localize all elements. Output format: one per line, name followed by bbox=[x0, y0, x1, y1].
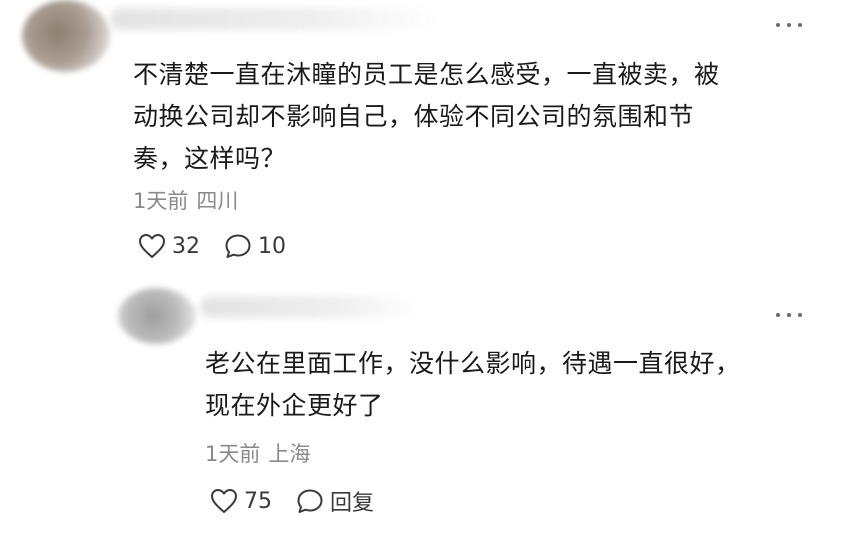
comment-text-line: 老公在里面工作，没什么影响，待遇一直很好， bbox=[205, 349, 741, 378]
avatar[interactable] bbox=[118, 288, 196, 344]
username-blurred[interactable] bbox=[110, 8, 440, 30]
speech-bubble-icon bbox=[225, 234, 251, 258]
like-button[interactable]: 75 bbox=[210, 488, 272, 514]
comment-actions: 32 10 bbox=[138, 233, 286, 259]
like-count: 75 bbox=[244, 488, 272, 514]
comment-meta: 1天前 四川 bbox=[133, 185, 238, 215]
heart-outline-icon bbox=[211, 489, 237, 513]
like-count: 32 bbox=[172, 233, 200, 259]
speech-bubble-icon bbox=[297, 489, 323, 513]
heart-outline-icon bbox=[139, 234, 165, 258]
comment-location: 上海 bbox=[268, 442, 311, 466]
comment-location: 四川 bbox=[196, 189, 239, 213]
more-horizontal-icon[interactable] bbox=[776, 17, 802, 33]
reply-button[interactable]: 10 bbox=[224, 233, 286, 259]
reply-label: 回复 bbox=[330, 491, 375, 516]
like-button[interactable]: 32 bbox=[138, 233, 200, 259]
comment-text-line: 不清楚一直在沐瞳的员工是怎么感受，一直被卖，被 bbox=[133, 60, 720, 89]
comment-text-line: 动换公司却不影响自己，体验不同公司的氛围和节 bbox=[133, 102, 695, 131]
comment-text: 不清楚一直在沐瞳的员工是怎么感受，一直被卖，被 动换公司却不影响自己，体验不同公… bbox=[133, 54, 813, 180]
comment-text-line: 现在外企更好了 bbox=[205, 391, 384, 420]
comment-thread: 不清楚一直在沐瞳的员工是怎么感受，一直被卖，被 动换公司却不影响自己，体验不同公… bbox=[0, 0, 852, 538]
comment-meta: 1天前 上海 bbox=[205, 438, 310, 468]
comment-time: 1天前 bbox=[133, 189, 189, 213]
comment-text: 老公在里面工作，没什么影响，待遇一直很好， 现在外企更好了 bbox=[205, 343, 815, 427]
comment-time: 1天前 bbox=[205, 442, 261, 466]
reply-button[interactable]: 回复 bbox=[296, 485, 374, 517]
more-horizontal-icon[interactable] bbox=[776, 307, 802, 323]
avatar[interactable] bbox=[22, 0, 110, 72]
comment-actions: 75 回复 bbox=[210, 485, 374, 517]
comment-text-line: 奏，这样吗？ bbox=[133, 144, 287, 173]
reply-count: 10 bbox=[258, 233, 286, 259]
username-blurred[interactable] bbox=[200, 296, 420, 318]
